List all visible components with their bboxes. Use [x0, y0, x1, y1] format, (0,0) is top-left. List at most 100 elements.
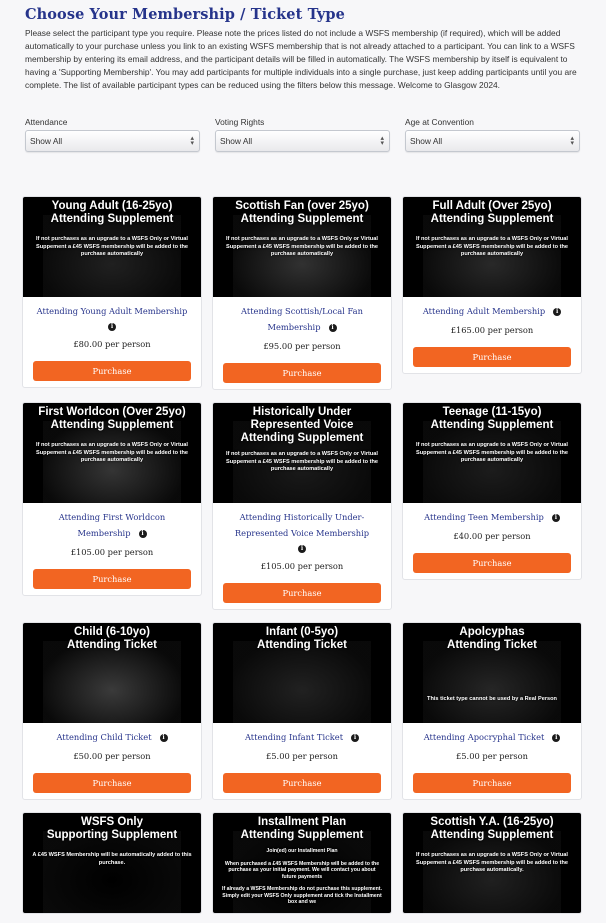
membership-card: Young Adult (16-25yo) Attending Suppleme… [22, 196, 202, 388]
card-image-note: If not purchases as an upgrade to a WSFS… [226, 451, 378, 473]
info-circle-icon[interactable]: i [138, 529, 147, 538]
card-price: £105.00 per person [70, 547, 154, 557]
card-image-title: WSFS Only Supporting Supplement [46, 816, 178, 841]
card-image: First Worldcon (Over 25yo) Attending Sup… [23, 403, 201, 503]
membership-link[interactable]: Attending Apocryphal Ticket [424, 732, 545, 742]
card-row: WSFS Only Supporting Supplement A £45 WSF… [22, 812, 584, 914]
membership-link[interactable]: Attending Historically Under-Represented… [235, 512, 369, 538]
info-circle-icon[interactable]: i [159, 733, 168, 742]
purchase-button[interactable]: Purchase [223, 773, 381, 793]
card-name: Attending Child Ticket i [33, 729, 191, 745]
card-image-title: Child (6-10yo) Attending Ticket [67, 626, 157, 651]
info-circle-icon[interactable]: i [552, 733, 561, 742]
card-image: WSFS Only Supporting Supplement A £45 WSF… [23, 813, 201, 913]
select-value: Show All [30, 136, 63, 147]
card-name: Attending Young Adult Membership i [33, 303, 191, 333]
membership-card: Installment Plan Attending Supplement Joi… [212, 812, 392, 914]
membership-link[interactable]: Attending Teen Membership [424, 512, 544, 522]
purchase-button[interactable]: Purchase [33, 361, 191, 381]
membership-link[interactable]: Attending Adult Membership [423, 306, 545, 316]
card-image-title: Scottish Y.A. (16-25yo) Attending Supple… [430, 816, 554, 841]
card-body: Attending Scottish/Local Fan Membership i… [213, 297, 391, 389]
select-value: Show All [220, 136, 253, 147]
info-line: i [33, 319, 191, 333]
page: Choose Your Membership / Ticket Type Ple… [0, 0, 606, 153]
card-body: Attending Adult Membership i £165.00 per p… [403, 297, 581, 373]
card-price: £95.00 per person [263, 341, 341, 351]
membership-card: WSFS Only Supporting Supplement A £45 WSF… [22, 812, 202, 914]
info-circle-icon[interactable]: i [551, 513, 560, 522]
card-image: Young Adult (16-25yo) Attending Suppleme… [23, 197, 201, 297]
card-price: £5.00 per person [456, 751, 528, 761]
membership-link[interactable]: Attending First Worldcon Membership [59, 512, 166, 538]
info-circle-icon[interactable]: i [553, 307, 562, 316]
membership-link[interactable]: Attending Child Ticket [56, 732, 151, 742]
card-name: Attending Infant Ticket i [223, 729, 381, 745]
card-name: Attending Scottish/Local Fan Membership i [223, 303, 381, 335]
purchase-button[interactable]: Purchase [33, 569, 191, 589]
card-body: Attending Child Ticket i £50.00 per person… [23, 723, 201, 799]
age-select[interactable]: Show All ▴ ▾ [405, 130, 580, 153]
card-image-note: If not purchases as an upgrade to a WSFS… [416, 236, 568, 258]
purchase-button[interactable]: Purchase [413, 347, 571, 367]
card-image: Infant (0-5yo) Attending Ticket [213, 623, 391, 723]
filters: Attendance Show All ▴ ▾ Voting Rights Sho… [25, 116, 581, 153]
membership-link[interactable]: Attending Infant Ticket [245, 732, 343, 742]
filter-label: Attendance [25, 117, 68, 128]
purchase-button[interactable]: Purchase [33, 773, 191, 793]
info-circle-icon[interactable]: i [108, 322, 116, 331]
card-image: Full Adult (Over 25yo) Attending Supplem… [403, 197, 581, 297]
select-arrows-icon: ▴ ▾ [190, 135, 194, 148]
membership-link[interactable]: Attending Young Adult Membership [37, 306, 188, 316]
card-image-note: A £45 WSFS Membership will be automatica… [32, 852, 192, 866]
card-image-title: Historically Under Represented Voice Att… [240, 406, 364, 444]
voting-rights-select[interactable]: Show All ▴ ▾ [215, 130, 390, 153]
card-image-title: Installment Plan Attending Supplement [240, 816, 364, 841]
purchase-button[interactable]: Purchase [413, 553, 571, 573]
card-body: Attending Young Adult Membership i £80.00 … [23, 297, 201, 387]
card-image: Teenage (11-15yo) Attending Supplement If… [403, 403, 581, 503]
card-row: First Worldcon (Over 25yo) Attending Sup… [22, 402, 584, 610]
info-line: i [223, 541, 381, 555]
card-body: Attending First Worldcon Membership i £105… [23, 503, 201, 595]
card-row: Child (6-10yo) Attending Ticket Attending… [22, 622, 584, 800]
card-image-note: If not purchases as an upgrade to a WSFS… [416, 852, 568, 874]
membership-grid: Young Adult (16-25yo) Attending Suppleme… [22, 196, 584, 923]
card-image-title: Apolcyphas Attending Ticket [447, 626, 537, 651]
purchase-button[interactable]: Purchase [223, 363, 381, 383]
card-image-title: Young Adult (16-25yo) Attending Suppleme… [50, 200, 174, 225]
card-photo [43, 831, 181, 913]
card-image-note: Join(ed) our Installment Plan When purch… [222, 848, 382, 906]
card-price: £165.00 per person [450, 325, 534, 335]
card-image-title: First Worldcon (Over 25yo) Attending Sup… [38, 406, 186, 431]
page-title: Choose Your Membership / Ticket Type [25, 6, 345, 23]
filter-label: Age at Convention [405, 117, 474, 128]
card-name: Attending Teen Membership i [413, 509, 571, 525]
membership-card: Full Adult (Over 25yo) Attending Supplem… [402, 196, 582, 374]
membership-link[interactable]: Attending Scottish/Local Fan Membership [241, 306, 363, 332]
purchase-button[interactable]: Purchase [413, 773, 571, 793]
card-name: Attending Apocryphal Ticket i [413, 729, 571, 745]
membership-card: Infant (0-5yo) Attending Ticket Attending… [212, 622, 392, 800]
card-photo [43, 641, 181, 723]
card-image-title: Full Adult (Over 25yo) Attending Supplem… [430, 200, 554, 225]
attendance-select[interactable]: Show All ▴ ▾ [25, 130, 200, 153]
card-price: £5.00 per person [266, 751, 338, 761]
card-image: Apolcyphas Attending Ticket This ticket t… [403, 623, 581, 723]
card-price: £80.00 per person [73, 339, 151, 349]
card-body: Attending Teen Membership i £40.00 per per… [403, 503, 581, 579]
card-image-note: This ticket type cannot be used by a Rea… [427, 696, 557, 702]
card-body: Attending Infant Ticket i £5.00 per person… [213, 723, 391, 799]
info-circle-icon[interactable]: i [351, 733, 360, 742]
card-image-note: If not purchases as an upgrade to a WSFS… [416, 442, 568, 464]
card-image-note: If not purchases as an upgrade to a WSFS… [226, 236, 378, 258]
purchase-button[interactable]: Purchase [223, 583, 381, 603]
membership-card: Scottish Y.A. (16-25yo) Attending Supple… [402, 812, 582, 914]
filter-voting-rights: Voting Rights Show All ▴ ▾ [215, 116, 390, 153]
info-circle-icon[interactable]: i [328, 323, 337, 332]
card-price: £40.00 per person [453, 531, 531, 541]
card-body: Attending Apocryphal Ticket i £5.00 per pe… [403, 723, 581, 799]
filter-attendance: Attendance Show All ▴ ▾ [25, 116, 200, 153]
info-circle-icon[interactable]: i [298, 544, 306, 553]
card-image-note: If not purchases as an upgrade to a WSFS… [36, 236, 188, 258]
